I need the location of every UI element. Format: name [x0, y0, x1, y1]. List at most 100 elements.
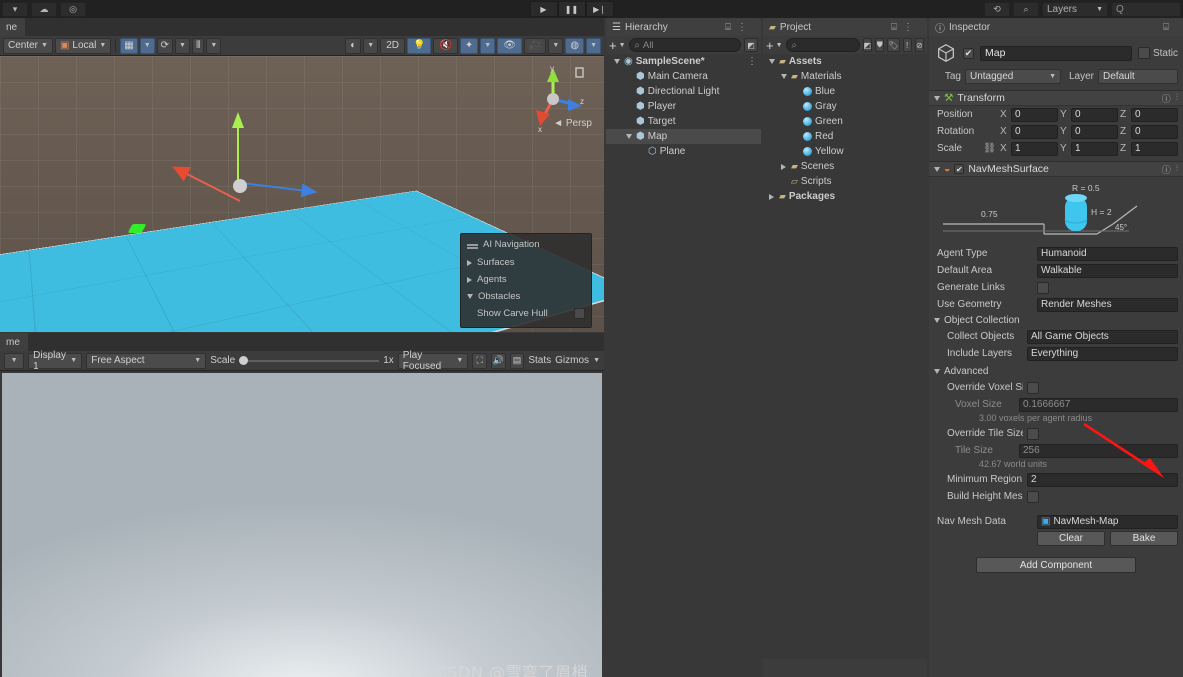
lock-icon[interactable]: ⌸ — [725, 22, 731, 33]
transform-component-header[interactable]: ⚒ Transform ⓘ ⫶ — [929, 90, 1183, 106]
project-item-packages[interactable]: ▰ Packages — [763, 189, 927, 204]
play-mode-dropdown[interactable]: Play Focused ▼ — [397, 350, 469, 372]
project-item-materials[interactable]: ▰ Materials — [763, 69, 927, 84]
snap-increment-icon[interactable]: ⦀ — [191, 37, 205, 54]
pivot-mode-dropdown[interactable]: Center ▼ — [3, 37, 53, 54]
navmeshsurface-component-header[interactable]: ◒ ✔ NavMeshSurface ⓘ ⫶ — [929, 161, 1183, 177]
tab-project[interactable]: ▰ Project ⌸ ⋮ — [763, 18, 927, 36]
agent-type-dropdown[interactable]: Humanoid — [1037, 246, 1178, 261]
panel-menu-icon[interactable]: ⋮ — [737, 22, 747, 33]
game-viewport[interactable]: CSDN @雪弯了眉梢 — [2, 373, 602, 677]
project-item-green[interactable]: Green — [763, 114, 927, 129]
display-dropdown[interactable]: Display 1 ▼ — [28, 350, 83, 372]
mute-audio-icon[interactable]: 🔊 — [490, 352, 506, 369]
services-icon[interactable]: ◎ — [60, 1, 86, 17]
tab-inspector[interactable]: ⓘ Inspector ⌸ — [929, 18, 1183, 36]
project-item-blue[interactable]: Blue — [763, 84, 927, 99]
project-item-yellow[interactable]: Yellow — [763, 144, 927, 159]
chevron-right-icon[interactable] — [779, 163, 788, 170]
scale-slider[interactable] — [239, 355, 380, 365]
chevron-down-icon[interactable] — [767, 59, 776, 64]
layout-dropdown[interactable]: Q — [1111, 1, 1181, 17]
twod-toggle-button[interactable]: 2D — [380, 37, 405, 54]
use-geometry-dropdown[interactable]: Render Meshes — [1037, 297, 1178, 312]
filter-by-label-icon[interactable]: 🏷 — [887, 38, 900, 52]
bake-button[interactable]: Bake — [1110, 531, 1178, 546]
snap-increment-dropdown[interactable]: ▼ — [206, 37, 222, 54]
axis-center-handle[interactable] — [233, 179, 247, 193]
scene-effects-dropdown[interactable]: ▼ — [480, 37, 496, 54]
scale-slider-knob[interactable] — [239, 355, 249, 365]
search-icon[interactable]: ⌕ — [1013, 1, 1039, 17]
axis-y-handle[interactable] — [232, 112, 244, 186]
hierarchy-item-target[interactable]: ⬢ Target — [606, 114, 761, 129]
collect-objects-dropdown[interactable]: All Game Objects — [1027, 329, 1178, 344]
advanced-section[interactable]: Advanced — [929, 364, 1183, 379]
scene-visibility-icon[interactable]: 👁 — [497, 37, 522, 54]
help-icon[interactable]: ⓘ — [1162, 163, 1171, 176]
project-item-scenes[interactable]: ▰ Scenes — [763, 159, 927, 174]
project-tree[interactable]: ▰ Assets ▰ Materials Blue Gray Green Red Yellow ▰… — [763, 54, 927, 677]
chevron-down-icon[interactable] — [779, 74, 788, 79]
chevron-down-icon[interactable] — [934, 166, 940, 172]
chevron-down-icon[interactable] — [612, 59, 621, 64]
chevron-down-icon[interactable] — [624, 134, 633, 139]
filter-by-type-icon[interactable]: ⛊ — [875, 38, 885, 52]
create-asset-button[interactable]: + ▼ — [766, 38, 783, 53]
include-layers-dropdown[interactable]: Everything — [1027, 346, 1178, 361]
filter-hidden-icon[interactable]: ⊘ — [914, 38, 924, 52]
aspect-dropdown[interactable]: Free Aspect ▼ — [86, 352, 207, 369]
add-gameobject-button[interactable]: + ▼ — [609, 38, 626, 53]
default-area-dropdown[interactable]: Walkable — [1037, 263, 1178, 278]
static-checkbox[interactable] — [1137, 47, 1150, 59]
object-collection-section[interactable]: Object Collection — [929, 313, 1183, 328]
project-search-filter-icon[interactable]: ◩ — [862, 38, 873, 52]
min-region-input[interactable]: 2 — [1027, 472, 1178, 487]
scale-x-input[interactable]: 1 — [1011, 141, 1058, 156]
scene-camera-dropdown[interactable]: ▼ — [548, 37, 564, 54]
tab-scene[interactable]: ne — [0, 18, 26, 36]
handle-space-dropdown[interactable]: ▣ Local ▼ — [54, 37, 112, 54]
panel-menu-icon[interactable]: ⋮ — [903, 22, 913, 33]
gizmos-dropdown-icon[interactable]: ▼ — [593, 357, 600, 364]
chevron-right-icon[interactable] — [767, 193, 776, 200]
stats-label[interactable]: Stats — [528, 355, 551, 366]
stats-icon[interactable]: ▤ — [509, 352, 525, 369]
chevron-down-icon[interactable] — [934, 95, 940, 101]
build-height-checkbox[interactable] — [1027, 490, 1039, 503]
hierarchy-item-map[interactable]: ⬢ Map — [606, 129, 761, 144]
scene-viewport[interactable]: y z x ◄ Persp AI Navigation Surfaces Age… — [0, 56, 604, 332]
hierarchy-tree[interactable]: ◉ SampleScene* ⋮ ⬢ Main Camera ⬢ Directional L… — [606, 54, 761, 677]
constrain-proportions-icon[interactable]: ⛓ — [983, 143, 996, 154]
gameobject-enabled-checkbox[interactable]: ✔ — [963, 47, 974, 59]
help-icon[interactable]: ⓘ — [1162, 92, 1171, 105]
preset-icon[interactable]: ⫶ — [1176, 92, 1178, 105]
shading-mode-dropdown[interactable]: ▼ — [363, 37, 379, 54]
gameobject-name-input[interactable]: Map — [980, 45, 1132, 61]
drag-handle-icon[interactable] — [467, 243, 478, 246]
hierarchy-item-player[interactable]: ⬢ Player — [606, 99, 761, 114]
override-tile-checkbox[interactable] — [1027, 427, 1039, 440]
project-item-red[interactable]: Red — [763, 129, 927, 144]
lock-icon[interactable]: ⌸ — [891, 22, 897, 33]
overlay-row-agents[interactable]: Agents — [461, 271, 591, 288]
project-item-scripts[interactable]: ▱ Scripts — [763, 174, 927, 189]
projection-mode-label[interactable]: ◄ Persp — [553, 118, 592, 129]
hierarchy-item-plane[interactable]: ⬡ Plane — [606, 144, 761, 159]
overlay-row-obstacles[interactable]: Obstacles — [461, 288, 591, 305]
overlay-row-carve-hull[interactable]: Show Carve Hull — [461, 305, 591, 322]
tab-game[interactable]: me — [0, 333, 28, 351]
scale-slider-group[interactable]: Scale 1x — [210, 355, 394, 366]
scale-y-input[interactable]: 1 — [1071, 141, 1118, 156]
grid-snap-icon[interactable]: ▦ — [120, 37, 138, 54]
layers-dropdown[interactable]: Layers ▼ — [1042, 1, 1108, 17]
hierarchy-item-main-camera[interactable]: ⬢ Main Camera — [606, 69, 761, 84]
overlay-title-row[interactable]: AI Navigation — [461, 237, 591, 254]
position-z-input[interactable]: 0 — [1131, 107, 1178, 122]
rotation-x-input[interactable]: 0 — [1011, 124, 1058, 139]
scale-z-input[interactable]: 1 — [1131, 141, 1178, 156]
cloud-icon[interactable]: ☁ — [31, 1, 57, 17]
lock-icon[interactable]: ⌸ — [1163, 22, 1169, 33]
add-component-button[interactable]: Add Component — [976, 557, 1136, 573]
layer-dropdown[interactable]: Default — [1098, 69, 1178, 84]
